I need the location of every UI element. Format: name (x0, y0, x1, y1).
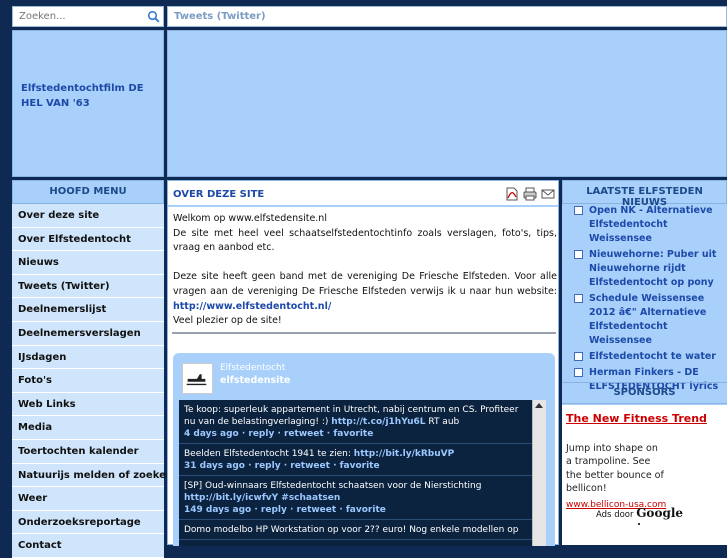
tweet-meta[interactable]: 31 days ago · reply · retweet · favorite (184, 460, 530, 472)
menu-item[interactable]: Media (12, 416, 164, 440)
tweet-text: Beelden Elfstedentocht 1941 te zien: (184, 449, 351, 459)
intro-welcome: Welkom op www.elfstedensite.nl (173, 213, 327, 224)
intro-disclaimer: Deze site heeft geen band met de verenig… (173, 270, 557, 314)
twitter-name: Elfstedentocht (220, 363, 286, 373)
print-icon[interactable] (523, 187, 537, 201)
tweet-text: [SP] Oud-winnaars Elfstedentocht schaats… (184, 481, 482, 491)
ad-body: Jump into shape on a trampoline. See the… (566, 443, 664, 495)
sponsors-header: SPONSORS (562, 382, 727, 404)
menu-item[interactable]: Over deze site (12, 204, 164, 228)
menu-item[interactable]: Foto's (12, 369, 164, 393)
news-icon (574, 250, 583, 259)
scroll-up-icon[interactable] (535, 403, 543, 408)
news-icon (574, 206, 583, 215)
tweet: Domo modelbo HP Workstation op voor 2?? … (179, 520, 546, 540)
news-icon (574, 352, 583, 361)
twitter-widget: Elfstedentocht elfstedensite Te koop: su… (173, 353, 555, 546)
divider (172, 332, 556, 334)
tweet-link[interactable]: http://bit.ly/icwfvY #schaatsen (184, 493, 340, 503)
menu-item[interactable]: Web Links (12, 392, 164, 417)
tweet: Te koop: superleuk appartement in Utrech… (179, 400, 546, 444)
news-item[interactable]: Schedule Weissensee 2012 â€" Alternatiev… (574, 292, 727, 348)
tweet-scrollbar[interactable] (532, 400, 546, 546)
right-sidebar: LAATSTE ELFSTEDEN NIEUWS Open NK - Alter… (562, 180, 727, 545)
news-item-label[interactable]: Open NK - Alternatieve Elfstedentocht We… (589, 205, 713, 244)
news-icon (574, 294, 583, 303)
news-item-label[interactable]: Schedule Weissensee 2012 â€" Alternatiev… (589, 293, 706, 346)
tweet-link[interactable]: http://t.co/j1hYu6L (331, 417, 425, 427)
search-input[interactable] (13, 7, 141, 26)
tweet-meta[interactable]: 4 days ago · reply · retweet · favorite (184, 428, 530, 440)
news-item[interactable]: Open NK - Alternatieve Elfstedentocht We… (574, 204, 727, 246)
main-menu-header: HOOFD MENU (12, 180, 164, 204)
content-body: Welkom op www.elfstedensite.nl De site m… (173, 212, 557, 329)
news-item[interactable]: Nieuwehorne: Puber uit Nieuwehorne rijdt… (574, 248, 727, 290)
tweet-meta[interactable]: 149 days ago · reply · retweet · favorit… (184, 504, 530, 516)
banner-right (167, 30, 727, 177)
menu-item[interactable]: IJsdagen (12, 345, 164, 370)
menu-item[interactable]: Contact (12, 534, 164, 558)
google-logo: Google (636, 506, 684, 520)
news-header: LAATSTE ELFSTEDEN NIEUWS (562, 180, 727, 208)
banner-left[interactable]: Elfstedentochtfilm DE HEL VAN '63 (12, 30, 164, 177)
elfstedentocht-link[interactable]: http://www.elfstedentocht.nl/ (173, 301, 331, 312)
intro-description: De site met heel veel schaatselfstedento… (173, 227, 557, 254)
tweet-link[interactable]: http://bit.ly/kRbuVP (354, 449, 454, 459)
tweets-ticker: Tweets (Twitter) (167, 6, 727, 27)
menu-item[interactable]: Deelnemerslijst (12, 298, 164, 322)
disclaimer-text: Deze site heeft geen band met de verenig… (173, 271, 557, 297)
main-menu: HOOFD MENU Over deze site Over Elfsteden… (12, 180, 173, 558)
news-item-label[interactable]: Elfstedentocht te water (589, 351, 716, 362)
news-icon (574, 368, 583, 377)
tweet-list[interactable]: Te koop: superleuk appartement in Utrech… (179, 400, 546, 546)
content-title-bar: OVER DEZE SITE (168, 181, 558, 207)
email-icon[interactable] (541, 187, 555, 201)
tweet-text: Domo modelbo HP Workstation op voor 2?? … (184, 525, 519, 535)
tweets-ticker-title: Tweets (Twitter) (174, 11, 266, 22)
ad-block[interactable]: The New Fitness Trend Jump into shape on… (562, 405, 727, 545)
banner-film-link[interactable]: Elfstedentochtfilm DE HEL VAN '63 (21, 81, 161, 111)
intro-outro: Veel plezier op de site! (173, 315, 282, 327)
tweet: [SP] Oud-winnaars Elfstedentocht schaats… (179, 476, 546, 520)
avatar[interactable] (182, 363, 213, 394)
news-list: Open NK - Alternatieve Elfstedentocht We… (562, 204, 727, 396)
menu-item[interactable]: Toertochten kalender (12, 439, 164, 464)
ad-dot (638, 523, 640, 525)
search-icon[interactable] (147, 10, 160, 23)
page-title: OVER DEZE SITE (173, 189, 265, 200)
twitter-username[interactable]: elfstedensite (220, 375, 290, 386)
tweet-tail: RT aub (425, 417, 460, 427)
menu-item[interactable]: Deelnemersverslagen (12, 321, 164, 346)
ad-headline[interactable]: The New Fitness Trend (566, 411, 707, 426)
menu-item[interactable]: Over Elfstedentocht (12, 227, 164, 252)
menu-item[interactable]: Weer (12, 487, 164, 511)
ads-by-label: Ads door (596, 510, 634, 520)
skate-icon (186, 374, 207, 386)
news-item-label[interactable]: Nieuwehorne: Puber uit Nieuwehorne rijdt… (589, 249, 716, 288)
menu-item[interactable]: Tweets (Twitter) (12, 274, 164, 299)
search-box[interactable] (12, 6, 164, 27)
main-content: OVER DEZE SITE Welkom op www.elfstedensi… (167, 180, 559, 546)
menu-item[interactable]: Natuurijs melden of zoeken (12, 463, 173, 488)
tweet: Beelden Elfstedentocht 1941 te zien: htt… (179, 444, 546, 476)
menu-item[interactable]: Onderzoeksreportage (12, 510, 164, 535)
news-item[interactable]: Elfstedentocht te water (574, 350, 727, 364)
ads-by-google[interactable]: Ads door Google (596, 506, 683, 520)
pdf-icon[interactable] (505, 187, 519, 201)
menu-item[interactable]: Nieuws (12, 251, 164, 275)
